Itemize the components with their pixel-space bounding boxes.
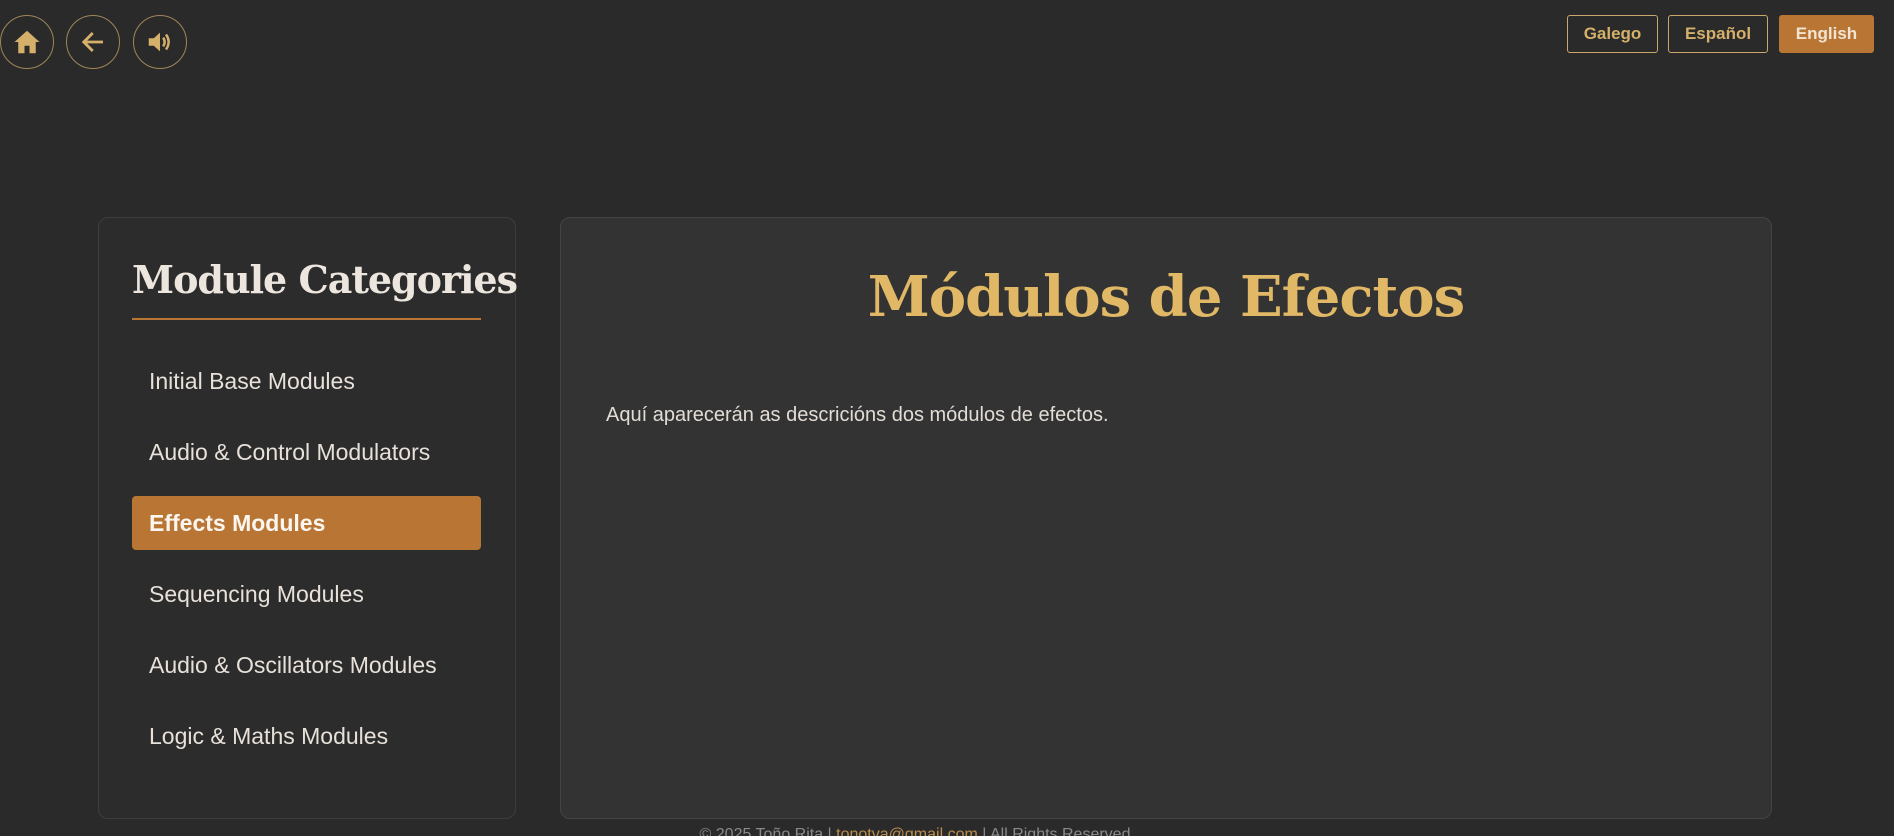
sidebar-title: Module Categories <box>132 256 518 320</box>
speaker-icon <box>148 32 170 52</box>
category-item-audio-oscillators[interactable]: Audio & Oscillators Modules <box>132 638 481 692</box>
module-description: Aquí aparecerán as descricións dos módul… <box>606 404 1109 426</box>
language-galego-button[interactable]: Galego <box>1567 15 1658 53</box>
footer-email-link[interactable]: tonotva@gmail.com <box>836 826 978 836</box>
footer: © 2025 Toño Rita | tonotva@gmail.com | A… <box>0 826 1894 836</box>
language-espanol-button[interactable]: Español <box>1668 15 1768 53</box>
category-item-effects[interactable]: Effects Modules <box>132 496 481 550</box>
footer-copyright: © 2025 Toño Rita | <box>699 826 837 836</box>
arrow-left-icon <box>81 32 103 52</box>
footer-rights: | All Rights Reserved <box>977 826 1131 836</box>
category-item-initial-base[interactable]: Initial Base Modules <box>132 354 481 408</box>
category-item-audio-control-modulators[interactable]: Audio & Control Modulators <box>132 425 481 479</box>
language-english-button[interactable]: English <box>1779 15 1874 53</box>
back-button[interactable] <box>66 15 120 69</box>
sound-button[interactable] <box>133 15 187 69</box>
page-title: Módulos de Efectos <box>867 264 1465 330</box>
category-item-logic-maths[interactable]: Logic & Maths Modules <box>132 709 481 763</box>
module-categories-sidebar: Module Categories Initial Base Modules A… <box>98 217 518 819</box>
home-icon <box>14 30 40 54</box>
home-button[interactable] <box>0 15 54 69</box>
category-item-sequencing[interactable]: Sequencing Modules <box>132 567 481 621</box>
module-content-panel: Módulos de Efectos Aquí aparecerán as de… <box>560 217 1772 819</box>
